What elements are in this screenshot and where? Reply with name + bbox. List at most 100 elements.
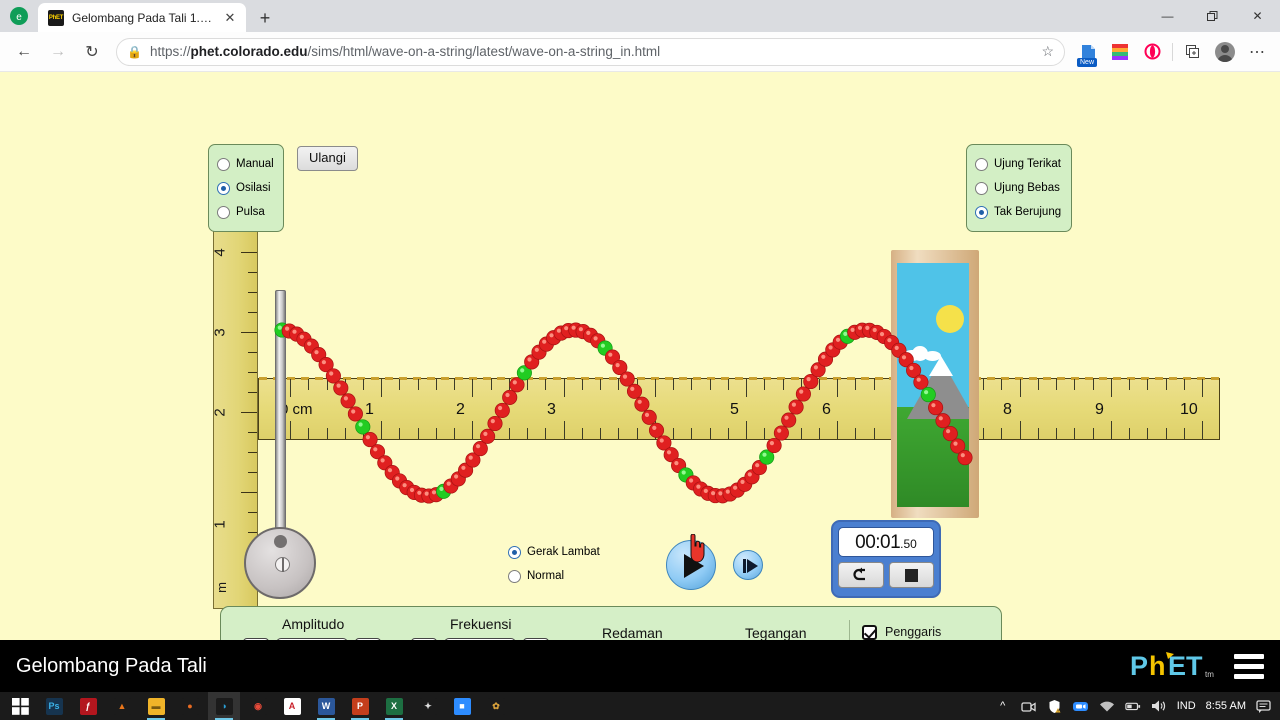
taskbar-app-chrome[interactable]: ◉ [242, 692, 274, 720]
radio-pulsa-indicator [217, 205, 230, 219]
taskbar-app-sketch-app[interactable]: ✦ [412, 692, 444, 720]
radio-ujung-bebas[interactable]: Ujung Bebas [975, 176, 1061, 200]
edge-app-icon: e [0, 0, 38, 32]
radio-ujung-terikat[interactable]: Ujung Terikat [975, 152, 1061, 176]
radio-gerak-lambat-label: Gerak Lambat [527, 546, 600, 558]
maximize-button[interactable] [1190, 0, 1235, 32]
tab-actions-icon[interactable] [1178, 37, 1208, 67]
damping-label: Redaman [602, 625, 663, 640]
radio-tak-berujung[interactable]: Tak Berujung [975, 200, 1061, 224]
reload-button[interactable]: ↻ [76, 36, 108, 68]
vruler-label-2: 2 [211, 408, 229, 417]
minimize-button[interactable]: — [1145, 0, 1190, 32]
hruler-label-6: 6 [822, 401, 831, 418]
tab-title: Gelombang Pada Tali 1.1.22 [72, 10, 212, 25]
file-explorer-icon: ▬ [147, 697, 165, 715]
taskbar-app-photoshop[interactable]: Ps [38, 692, 70, 720]
taskbar-app-paint[interactable]: ✿ [480, 692, 512, 720]
taskbar-app-file-explorer[interactable]: ▬ [140, 692, 172, 720]
battery-icon[interactable] [1124, 698, 1141, 714]
step-forward-button[interactable] [733, 550, 763, 580]
tab-close-icon[interactable]: ✕ [220, 8, 240, 28]
restart-button[interactable]: Ulangi [297, 146, 358, 171]
wifi-icon[interactable] [1099, 698, 1115, 714]
wheel-knob-icon [274, 535, 287, 548]
horizontal-ruler[interactable]: 0 cm 1 2 3 4 5 6 7 8 9 10 [258, 377, 1220, 440]
new-tab-button[interactable]: + [250, 4, 280, 32]
radio-manual-label: Manual [236, 158, 274, 170]
taskbar-app-powerpoint[interactable]: P [344, 692, 376, 720]
forward-button[interactable]: → [42, 36, 74, 68]
taskbar-apps: Ps ƒ ▲ ▬ ● ◑ ◉ A W P X ✦ ■ ✿ [0, 692, 512, 720]
taskbar-app-excel[interactable]: X [378, 692, 410, 720]
opera-extension-icon[interactable] [1137, 37, 1167, 67]
volume-icon[interactable] [1151, 698, 1167, 714]
vruler-unit: m [213, 582, 229, 593]
phet-footer: Gelombang Pada Tali P h E T tm [0, 640, 1280, 692]
stopwatch[interactable]: 00:01 .50 [831, 520, 941, 598]
back-button[interactable]: ← [8, 36, 40, 68]
phet-logo: P h E T tm [1130, 649, 1218, 683]
taskbar-app-word[interactable]: W [310, 692, 342, 720]
notification-icon[interactable] [1256, 698, 1272, 714]
url-text: https://phet.colorado.edu/sims/html/wave… [150, 44, 1033, 59]
amplitude-label: Amplitudo [282, 616, 345, 632]
url-path: /sims/html/wave-on-a-string/latest/wave-… [307, 44, 661, 59]
radio-manual-indicator [217, 157, 230, 171]
taskbar-app-vlc[interactable]: ▲ [106, 692, 138, 720]
collections-icon[interactable]: New [1073, 37, 1103, 67]
control-panel-divider [849, 620, 850, 640]
taskbar-app-firefox[interactable]: ● [174, 692, 206, 720]
wheel-hub-icon [275, 557, 290, 572]
radio-normal[interactable]: Normal [508, 564, 600, 588]
svg-text:e: e [16, 12, 22, 23]
svg-text:tm: tm [1205, 670, 1214, 679]
taskbar-app-zoom[interactable]: ■ [446, 692, 478, 720]
sketch-app-icon: ✦ [419, 697, 437, 715]
camera-icon[interactable] [1021, 698, 1037, 714]
zoom-tray-icon[interactable] [1073, 698, 1089, 714]
close-button[interactable]: ✕ [1235, 0, 1280, 32]
lock-icon: 🔒 [127, 44, 142, 59]
stop-square-icon [904, 568, 918, 582]
browser-window: e PhET Gelombang Pada Tali 1.1.22 ✕ + — … [0, 0, 1280, 720]
radio-gerak-lambat[interactable]: Gerak Lambat [508, 540, 600, 564]
tray-overflow-icon[interactable]: ^ [995, 698, 1011, 714]
taskbar-app-flash[interactable]: ƒ [72, 692, 104, 720]
browser-tab[interactable]: PhET Gelombang Pada Tali 1.1.22 ✕ [38, 3, 246, 32]
hruler-label-1: 1 [365, 401, 374, 418]
stopwatch-reset-button[interactable] [838, 562, 884, 588]
start-button[interactable] [4, 692, 36, 720]
address-bar[interactable]: 🔒 https://phet.colorado.edu/sims/html/wa… [116, 37, 1065, 66]
simulation-canvas: 4 3 2 1 m 0 cm 1 2 3 4 5 6 7 8 9 10 [0, 72, 1280, 640]
vruler-label-4: 4 [211, 248, 229, 257]
url-prefix: https:// [149, 44, 191, 59]
radio-manual[interactable]: Manual [217, 152, 274, 176]
security-shield-icon[interactable] [1047, 698, 1063, 714]
radio-tak-berujung-indicator [975, 205, 988, 219]
wave-generator-wheel[interactable] [244, 527, 316, 599]
edge-icon: ◑ [215, 697, 233, 715]
taskbar-app-acrobat[interactable]: A [276, 692, 308, 720]
settings-more-icon[interactable]: ⋯ [1242, 37, 1272, 67]
play-icon [684, 554, 704, 578]
checkbox-penggaris[interactable]: Penggaris [862, 620, 987, 640]
word-icon: W [317, 697, 335, 715]
radio-pulsa[interactable]: Pulsa [217, 200, 273, 224]
hruler-label-8: 8 [1003, 401, 1012, 418]
profile-avatar[interactable] [1210, 37, 1240, 67]
tray-language[interactable]: IND [1177, 700, 1196, 712]
stopwatch-stop-button[interactable] [888, 562, 934, 588]
paint-icon: ✿ [487, 697, 505, 715]
bookmark-star-icon[interactable]: ☆ [1041, 43, 1054, 60]
hamburger-menu-icon[interactable] [1234, 653, 1264, 679]
taskbar-app-edge[interactable]: ◑ [208, 692, 240, 720]
tension-label: Tegangan [745, 625, 807, 640]
rainbow-extension-icon[interactable] [1105, 37, 1135, 67]
hruler-label-10: 10 [1180, 401, 1198, 418]
wrench-pole [275, 290, 286, 552]
tray-clock[interactable]: 8:55 AM [1206, 700, 1246, 712]
radio-osilasi[interactable]: Osilasi [217, 176, 273, 200]
play-button[interactable] [666, 540, 716, 590]
radio-ujung-terikat-indicator [975, 157, 988, 171]
